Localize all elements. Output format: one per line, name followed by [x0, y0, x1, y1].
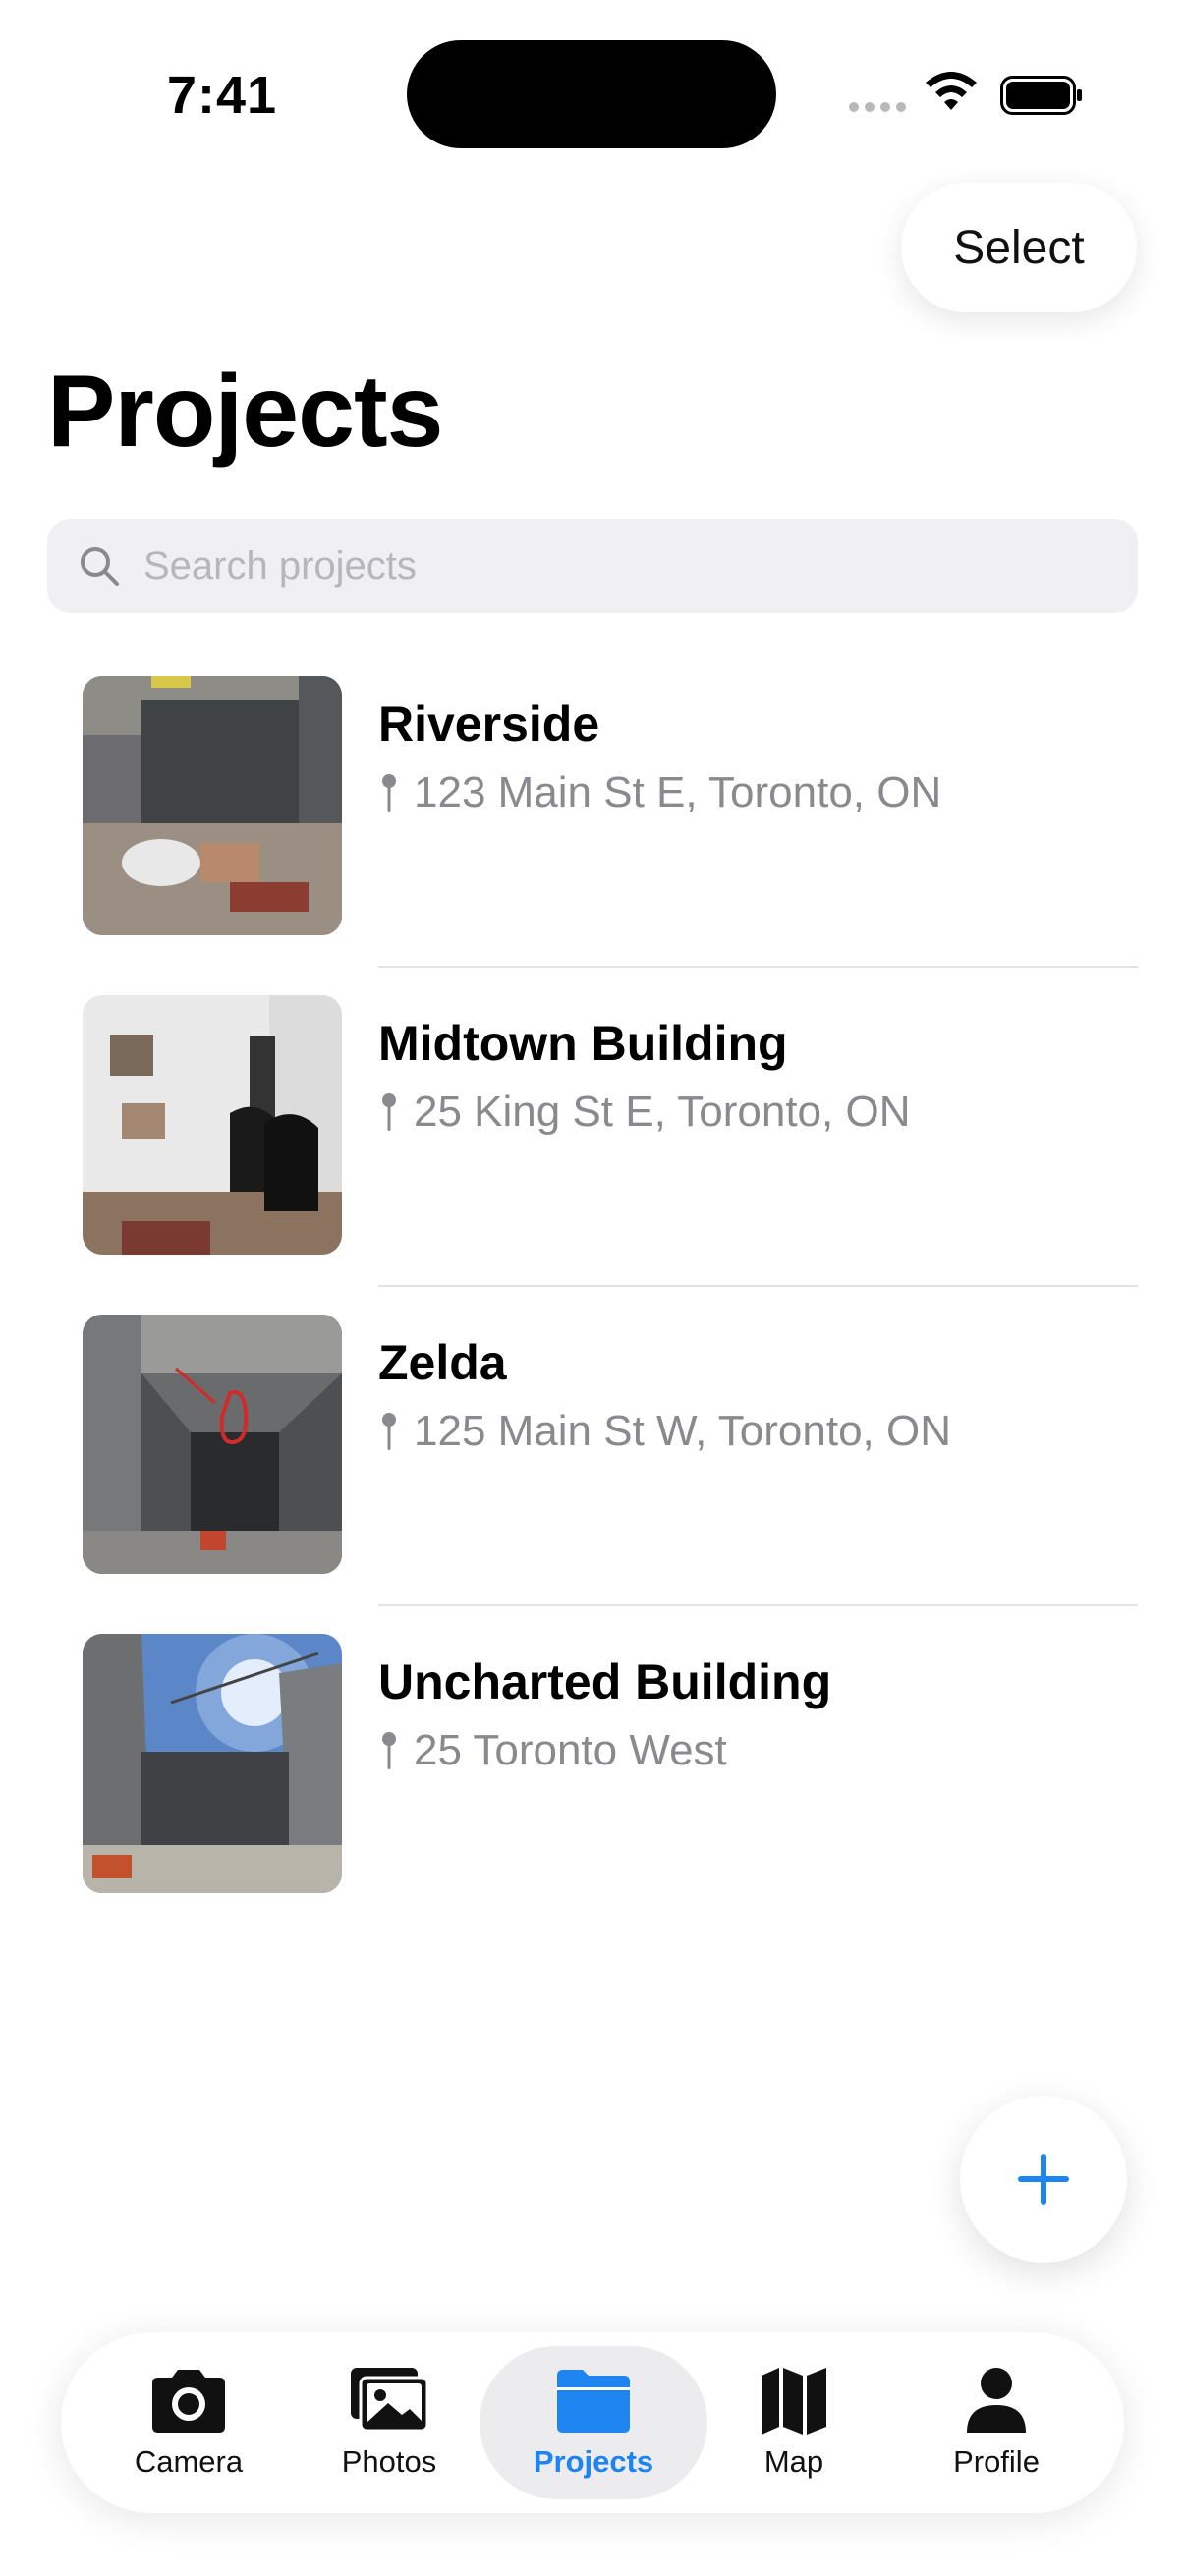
pin-icon: [382, 1413, 396, 1450]
search-bar[interactable]: [47, 519, 1138, 613]
status-time: 7:41: [167, 66, 278, 125]
project-thumbnail: [83, 676, 342, 935]
tab-bar: Camera Photos Projects Map Profile: [61, 2332, 1124, 2513]
tab-label: Projects: [533, 2444, 654, 2479]
tab-label: Photos: [341, 2444, 437, 2479]
battery-icon: [1000, 76, 1082, 115]
project-row-uncharted-building[interactable]: Uncharted Building 25 Toronto West: [0, 1634, 1185, 1953]
map-icon: [762, 2368, 826, 2435]
tab-label: Camera: [134, 2444, 244, 2479]
project-name: Midtown Building: [378, 1016, 788, 1071]
project-thumbnail: [83, 1634, 342, 1893]
project-row-zelda[interactable]: Zelda 125 Main St W, Toronto, ON: [0, 1315, 1185, 1634]
tab-label: Map: [763, 2444, 824, 2479]
pin-icon: [382, 774, 396, 812]
tab-label: Profile: [953, 2444, 1040, 2479]
camera-icon: [152, 2370, 225, 2433]
project-row-midtown-building[interactable]: Midtown Building 25 King St E, Toronto, …: [0, 995, 1185, 1315]
project-thumbnail: [83, 995, 342, 1255]
tab-photos[interactable]: Photos: [291, 2332, 487, 2513]
folder-icon: [557, 2370, 630, 2433]
project-name: Riverside: [378, 697, 600, 752]
row-divider: [378, 1604, 1138, 1606]
project-thumbnail: [83, 1315, 342, 1574]
tab-profile[interactable]: Profile: [898, 2332, 1095, 2513]
project-address: 123 Main St E, Toronto, ON: [414, 768, 942, 816]
pin-icon: [382, 1732, 396, 1769]
person-icon: [967, 2368, 1026, 2433]
plus-icon: [1018, 2154, 1069, 2205]
project-name: Uncharted Building: [378, 1654, 832, 1709]
wifi-icon: [926, 72, 977, 110]
row-divider: [378, 966, 1138, 968]
project-row-riverside[interactable]: Riverside 123 Main St E, Toronto, ON: [0, 676, 1185, 995]
project-address: 25 King St E, Toronto, ON: [414, 1088, 911, 1136]
project-address: 125 Main St W, Toronto, ON: [414, 1407, 951, 1455]
tab-camera[interactable]: Camera: [90, 2332, 287, 2513]
search-input[interactable]: [141, 542, 1030, 589]
project-address: 25 Toronto West: [414, 1726, 727, 1774]
tab-map[interactable]: Map: [696, 2332, 892, 2513]
project-name: Zelda: [378, 1335, 507, 1390]
search-icon: [81, 547, 119, 586]
dynamic-island: [407, 40, 776, 148]
add-project-button[interactable]: [960, 2096, 1127, 2263]
cellular-signal-icon: [849, 102, 906, 112]
photos-icon: [351, 2368, 429, 2433]
select-button[interactable]: Select: [901, 183, 1137, 312]
pin-icon: [382, 1093, 396, 1131]
page-title: Projects: [47, 355, 443, 469]
row-divider: [378, 1285, 1138, 1287]
tab-projects[interactable]: Projects: [495, 2332, 692, 2513]
